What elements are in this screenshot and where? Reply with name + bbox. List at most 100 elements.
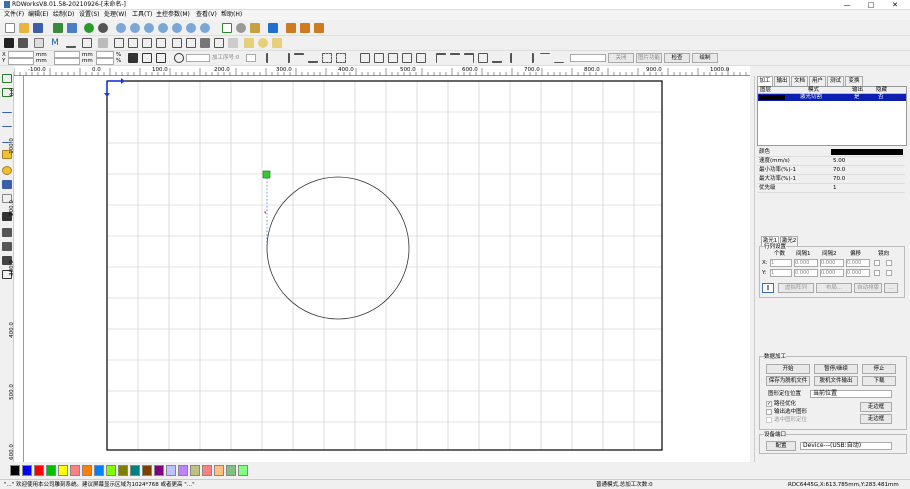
menu-draw[interactable]: 绘制(D): [53, 11, 74, 19]
polyline-tool-icon[interactable]: [2, 118, 12, 127]
prop-color-swatch[interactable]: [831, 149, 903, 155]
zoom-page-icon[interactable]: [158, 23, 168, 33]
node-edit-icon[interactable]: [236, 23, 246, 33]
palette-color-swatch[interactable]: [166, 465, 176, 476]
trace-frame-button[interactable]: 走边框: [860, 402, 892, 412]
pencil-icon[interactable]: [98, 38, 108, 48]
array-copy-icon[interactable]: [286, 23, 296, 33]
menu-help[interactable]: 帮助(H): [221, 11, 242, 19]
m-icon[interactable]: M: [50, 38, 60, 48]
same-height-icon[interactable]: [374, 53, 384, 63]
start-point-marker[interactable]: [262, 170, 271, 179]
laser-pen-icon[interactable]: [18, 38, 28, 48]
frame-icon[interactable]: [214, 38, 224, 48]
space-h-icon[interactable]: [402, 53, 412, 63]
download-button[interactable]: 下载: [862, 376, 896, 386]
offset-icon[interactable]: [228, 38, 238, 48]
maximize-button[interactable]: □: [862, 0, 880, 10]
tab-transform[interactable]: 变换: [845, 76, 863, 86]
selected-locate-checkbox[interactable]: [766, 417, 772, 423]
line-tool-icon[interactable]: [2, 104, 12, 113]
page-top-icon[interactable]: [450, 53, 460, 63]
curve-icon[interactable]: [66, 38, 76, 48]
start-button[interactable]: 开始: [766, 364, 810, 374]
prop-speed-value[interactable]: 5.00: [833, 157, 845, 165]
ellipse-tool-icon[interactable]: [2, 166, 12, 175]
palette-color-swatch[interactable]: [154, 465, 164, 476]
grid-icon[interactable]: [172, 38, 182, 48]
mirror-h-tool-icon[interactable]: [2, 228, 12, 237]
mirror-v-tool-icon[interactable]: [2, 242, 12, 251]
minimize-button[interactable]: —: [838, 0, 856, 10]
menu-controller-params[interactable]: 主控参数(M): [156, 11, 190, 19]
zoom-select[interactable]: [570, 54, 606, 62]
tab-test[interactable]: 测试: [827, 76, 844, 86]
menu-file[interactable]: 文件(F): [4, 11, 24, 19]
palette-color-swatch[interactable]: [22, 465, 32, 476]
check-button[interactable]: 检查: [664, 53, 690, 63]
rotate-copy-icon[interactable]: [314, 23, 324, 33]
array-x-gap2[interactable]: 0.000: [820, 259, 844, 267]
zoom-fit-icon[interactable]: [186, 23, 196, 33]
tab-process[interactable]: 加工: [757, 76, 773, 86]
palette-color-swatch[interactable]: [142, 465, 152, 476]
width-percent-field[interactable]: [96, 51, 114, 58]
undo-icon[interactable]: [84, 23, 94, 33]
anchor-icon[interactable]: [142, 53, 152, 63]
weld-icon[interactable]: [258, 38, 268, 48]
menu-view[interactable]: 查看(V): [196, 11, 217, 19]
pause-continue-button[interactable]: 暂停/继续: [814, 364, 858, 374]
prop-priority-value[interactable]: 1: [833, 184, 837, 192]
array-y-mirror2[interactable]: [886, 270, 892, 276]
menu-edit[interactable]: 编辑(E): [28, 11, 48, 19]
palette-color-swatch[interactable]: [34, 465, 44, 476]
process-order-field[interactable]: [246, 54, 256, 62]
zoom-in-icon[interactable]: [116, 23, 126, 33]
menu-process[interactable]: 处理(W): [104, 11, 127, 19]
center-v-icon[interactable]: [322, 53, 332, 63]
menu-settings[interactable]: 设置(S): [79, 11, 100, 19]
palette-color-swatch[interactable]: [106, 465, 116, 476]
array-y-mirror1[interactable]: [874, 270, 880, 276]
layout-button[interactable]: 布局...: [816, 283, 852, 293]
y-position-field[interactable]: [8, 58, 34, 65]
zoom-out-icon[interactable]: [130, 23, 140, 33]
palette-color-swatch[interactable]: [94, 465, 104, 476]
zoom-window-icon[interactable]: [144, 23, 154, 33]
array-x-gap1[interactable]: 0.000: [794, 259, 818, 267]
align-top-icon[interactable]: [294, 53, 304, 63]
center-h-icon[interactable]: [336, 53, 346, 63]
array-x-mirror2[interactable]: [886, 260, 892, 266]
save-icon[interactable]: [33, 23, 43, 33]
align-icon[interactable]: [114, 38, 124, 48]
cut-frame-button[interactable]: 走边框: [860, 414, 892, 424]
rotate-field[interactable]: [186, 54, 210, 62]
monitor-icon[interactable]: [268, 23, 278, 33]
palette-color-swatch[interactable]: [10, 465, 20, 476]
close-button[interactable]: ✕: [886, 0, 904, 10]
array-more-button[interactable]: ...: [884, 283, 898, 293]
measure-icon[interactable]: [250, 23, 260, 33]
page-top-right-icon[interactable]: [464, 53, 474, 63]
rotate-icon[interactable]: [174, 53, 184, 63]
fill-icon[interactable]: [200, 38, 210, 48]
config-button[interactable]: 配置: [766, 441, 796, 451]
position-select[interactable]: 当前位置: [810, 390, 892, 398]
color-select-icon[interactable]: [186, 38, 196, 48]
palette-color-swatch[interactable]: [190, 465, 200, 476]
palette-color-swatch[interactable]: [46, 465, 56, 476]
x-position-field[interactable]: [8, 51, 34, 58]
same-size-icon[interactable]: [388, 53, 398, 63]
array-x-count[interactable]: 1: [770, 259, 792, 267]
prop-min-power-value[interactable]: 70.0: [833, 166, 845, 174]
width-field[interactable]: [54, 51, 80, 58]
array-y-count[interactable]: 1: [770, 269, 792, 277]
eraser-icon[interactable]: [244, 38, 254, 48]
bridge-icon[interactable]: [272, 38, 282, 48]
drawing-canvas[interactable]: ▾: [24, 76, 750, 462]
auto-nest-button[interactable]: 自动排版: [854, 283, 882, 293]
redo-icon[interactable]: [98, 23, 108, 33]
select-frame-icon[interactable]: [222, 23, 232, 33]
page-center-icon[interactable]: [478, 53, 488, 63]
import-icon[interactable]: [53, 23, 63, 33]
